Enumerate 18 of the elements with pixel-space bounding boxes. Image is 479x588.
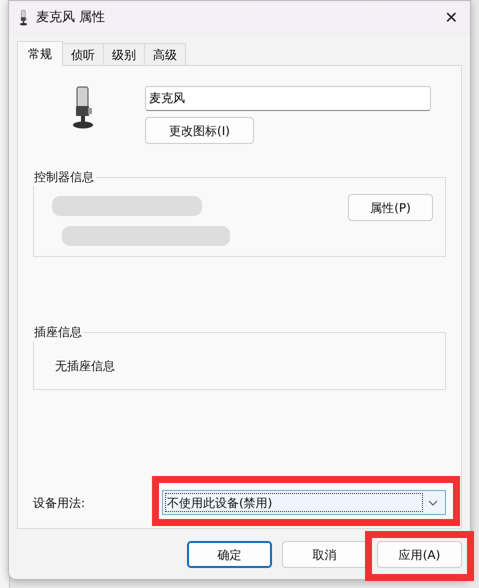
group-title: 插座信息 (32, 323, 84, 341)
tab[interactable]: 高级 (144, 43, 186, 65)
group-title: 控制器信息 (32, 168, 96, 186)
usage-label: 设备用法: (33, 494, 86, 512)
microphone-icon (71, 86, 95, 130)
change-icon-button[interactable]: 更改图标(I) (145, 117, 254, 144)
window-title: 麦克风 属性 (36, 9, 106, 28)
microphone-icon (19, 10, 28, 26)
dialog-button[interactable]: 取消 (282, 541, 367, 568)
dialog-button[interactable]: 应用(A) (377, 541, 462, 568)
name-field[interactable]: 麦克风 (145, 86, 431, 111)
info-text: 无插座信息 (55, 358, 115, 375)
usage-dropdown[interactable]: 不使用此设备(禁用) (162, 490, 446, 515)
caret-icon (428, 500, 438, 506)
tab[interactable]: 常规 (17, 41, 63, 66)
close-button[interactable]: ✕ (440, 8, 462, 28)
dialog-button[interactable]: 确定 (187, 541, 272, 568)
properties-button[interactable]: 属性(P) (348, 194, 433, 221)
